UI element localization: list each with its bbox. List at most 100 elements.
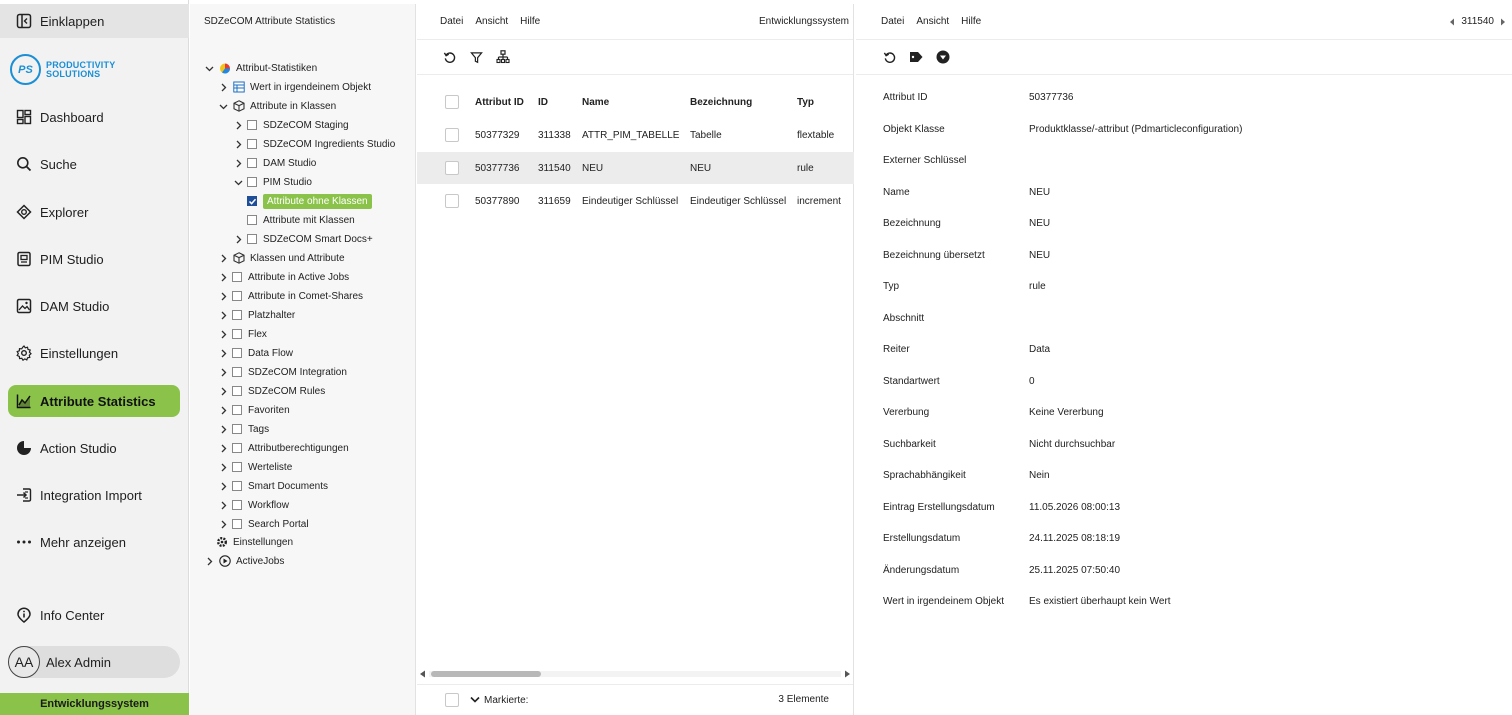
tree-item[interactable]: Platzhalter [217,306,295,324]
row-checkbox[interactable] [445,128,459,142]
tree-checkbox[interactable] [232,310,242,320]
chevron-right-icon[interactable] [232,233,244,245]
prev-record-icon[interactable] [1449,18,1455,26]
tree-item[interactable]: Einstellungen [215,533,293,551]
tree-checkbox[interactable] [232,443,242,453]
chevron-right-icon[interactable] [217,366,229,378]
nav-item-dashboard[interactable]: Dashboard [8,101,180,133]
tree-item[interactable]: DAM Studio [232,154,316,172]
col-attribut-id[interactable]: Attribut ID [475,97,524,108]
chevron-down-icon[interactable] [232,176,244,188]
tree-item[interactable]: SDZeCOM Ingredients Studio [232,135,395,153]
chevron-right-icon[interactable] [217,252,229,264]
tree-item[interactable]: ActiveJobs [203,552,284,570]
chevron-right-icon[interactable] [217,480,229,492]
chevron-right-icon[interactable] [217,309,229,321]
tree-item[interactable]: SDZeCOM Rules [217,382,325,400]
chevron-right-icon[interactable] [217,328,229,340]
refresh-button[interactable] [442,50,456,64]
tag-button[interactable] [909,50,923,64]
tree-checkbox[interactable] [232,519,242,529]
row-checkbox[interactable] [445,194,459,208]
nav-item-action-studio[interactable]: Action Studio [8,432,180,464]
col-bezeichnung[interactable]: Bezeichnung [690,97,752,108]
menu-ansicht[interactable]: Ansicht [475,16,508,27]
col-name[interactable]: Name [582,97,609,108]
tree-checkbox[interactable] [232,481,242,491]
col-typ[interactable]: Typ [797,97,814,108]
tree-checkbox[interactable] [247,215,257,225]
nav-item-pim-studio[interactable]: PIM Studio [8,243,180,275]
nav-item-dam-studio[interactable]: DAM Studio [8,290,180,322]
next-record-icon[interactable] [1500,18,1506,26]
filter-button[interactable] [469,50,483,64]
nav-item-search[interactable]: Suche [8,148,180,180]
tree-checkbox-checked[interactable] [247,196,257,206]
tree-item[interactable]: SDZeCOM Smart Docs+ [232,230,373,248]
user-profile[interactable]: AA Alex Admin [8,646,180,678]
scroll-left-icon[interactable] [419,670,427,678]
tree-checkbox[interactable] [232,462,242,472]
tree-checkbox[interactable] [232,272,242,282]
tree-checkbox[interactable] [232,348,242,358]
table-row[interactable]: 50377329 311338 ATTR_PIM_TABELLE Tabelle fle… [417,119,854,151]
chevron-right-icon[interactable] [217,290,229,302]
tree-item[interactable]: Search Portal [217,515,309,533]
col-id[interactable]: ID [538,97,548,108]
chevron-right-icon[interactable] [232,119,244,131]
chevron-right-icon[interactable] [217,81,229,93]
tree-checkbox[interactable] [232,405,242,415]
tree-checkbox[interactable] [232,367,242,377]
table-row[interactable]: 50377890 311659 Eindeutiger Schlüssel Einde… [417,185,854,217]
chevron-right-icon[interactable] [217,461,229,473]
tree-item[interactable]: Attribute ohne Klassen [247,192,372,210]
tree-item[interactable]: Attribute in Comet-Shares [217,287,363,305]
dropdown-circle-button[interactable] [936,50,950,64]
tree-checkbox[interactable] [232,424,242,434]
menu-ansicht[interactable]: Ansicht [916,16,949,27]
chevron-right-icon[interactable] [217,271,229,283]
table-row[interactable]: 50377736 311540 NEU NEU rule [417,152,854,184]
chevron-right-icon[interactable] [217,442,229,454]
tree-item[interactable]: Tags [217,420,269,438]
chevron-right-icon[interactable] [217,423,229,435]
chevron-right-icon[interactable] [217,499,229,511]
select-all-checkbox[interactable] [445,95,459,109]
tree-item[interactable]: Favoriten [217,401,290,419]
menu-hilfe[interactable]: Hilfe [961,16,981,27]
row-checkbox[interactable] [445,161,459,175]
hierarchy-button[interactable] [496,50,510,64]
collapse-button[interactable]: Einklappen [0,4,189,38]
nav-item-attribute-statistics[interactable]: Attribute Statistics [8,385,180,417]
chevron-right-icon[interactable] [232,138,244,150]
chevron-down-icon[interactable] [470,696,480,704]
tree-item[interactable]: Klassen und Attribute [217,249,345,267]
nav-item-settings[interactable]: Einstellungen [8,337,180,369]
tree-item[interactable]: Attribut-Statistiken [203,59,317,77]
tree-item[interactable]: Attribute mit Klassen [247,211,355,229]
tree-item[interactable]: Attribute in Active Jobs [217,268,349,286]
tree-item[interactable]: Attributberechtigungen [217,439,349,457]
menu-hilfe[interactable]: Hilfe [520,16,540,27]
chevron-down-icon[interactable] [217,100,229,112]
menu-datei[interactable]: Datei [440,16,463,27]
nav-item-explorer[interactable]: Explorer [8,196,180,228]
refresh-button[interactable] [882,50,896,64]
tree-checkbox[interactable] [247,120,257,130]
chevron-right-icon[interactable] [217,518,229,530]
tree-item[interactable]: Smart Documents [217,477,328,495]
tree-item[interactable]: SDZeCOM Integration [217,363,347,381]
tree-checkbox[interactable] [232,386,242,396]
tree-checkbox[interactable] [247,234,257,244]
chevron-right-icon[interactable] [217,404,229,416]
chevron-right-icon[interactable] [203,555,215,567]
tree-item[interactable]: Werteliste [217,458,292,476]
footer-checkbox[interactable] [445,693,459,707]
tree-item[interactable]: Flex [217,325,267,343]
tree-checkbox[interactable] [247,139,257,149]
tree-checkbox[interactable] [232,500,242,510]
nav-item-more[interactable]: Mehr anzeigen [8,526,180,558]
tree-item[interactable]: SDZeCOM Staging [232,116,349,134]
tree-item[interactable]: Attribute in Klassen [217,97,336,115]
tree-item[interactable]: Wert in irgendeinem Objekt [217,78,371,96]
